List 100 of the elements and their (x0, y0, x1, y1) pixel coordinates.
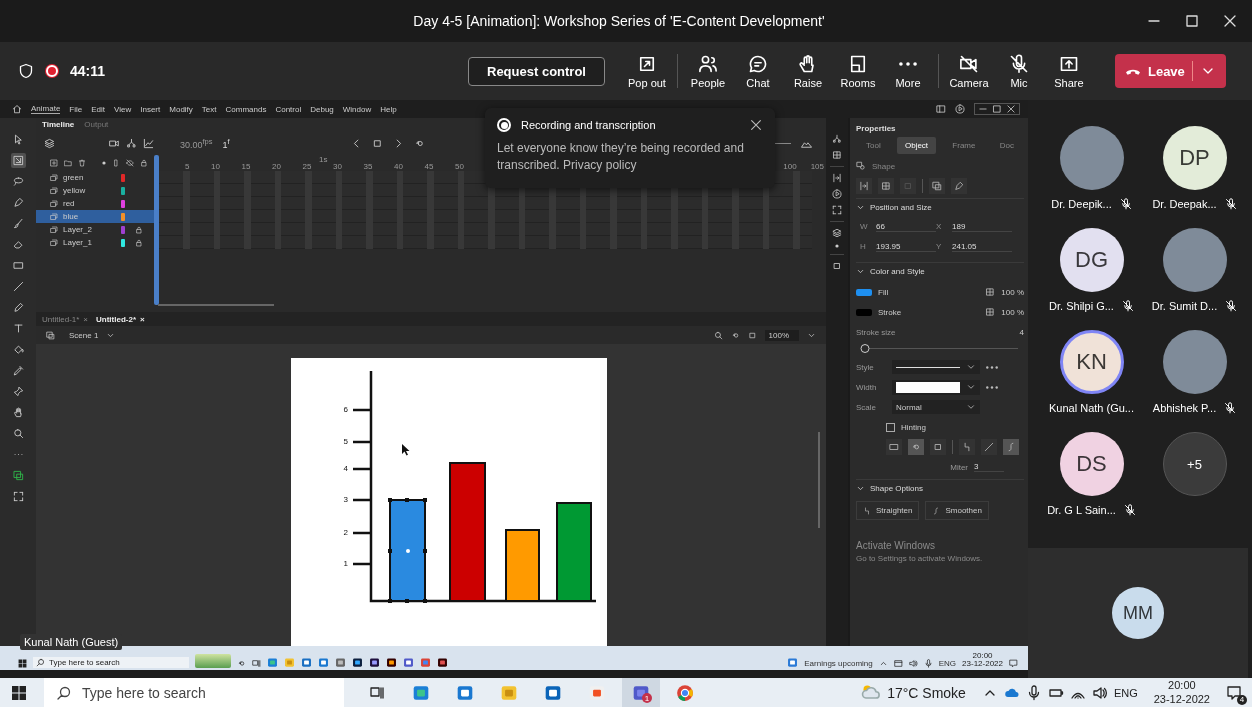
menu-item[interactable]: Commands (225, 104, 267, 114)
cap-none-icon[interactable] (886, 439, 902, 455)
chat-button[interactable]: Chat (733, 53, 782, 89)
news-widget[interactable]: Earnings upcoming (804, 659, 873, 668)
windows-logo-icon[interactable] (18, 659, 27, 668)
outline-icon[interactable] (112, 159, 120, 167)
language-indicator[interactable]: ENG (938, 659, 957, 668)
layer-row[interactable]: Layer_1 (36, 236, 154, 249)
close-icon[interactable] (749, 118, 763, 132)
lock-icon[interactable] (140, 159, 148, 167)
properties-tab[interactable]: Doc (991, 137, 1022, 154)
miter-field[interactable]: 3 (974, 462, 1004, 472)
popout-button[interactable]: Pop out (622, 53, 671, 89)
width-profile-dropdown[interactable] (892, 379, 980, 395)
stroke-size-value[interactable]: 4 (1019, 327, 1024, 337)
mic-button[interactable]: Mic (994, 53, 1043, 89)
panel-icon[interactable] (936, 104, 946, 114)
menu-item[interactable]: Text (201, 104, 217, 114)
menu-item[interactable]: Debug (310, 104, 334, 114)
task-view-icon[interactable] (369, 684, 385, 701)
layer-row[interactable]: red (36, 197, 154, 210)
layer-row[interactable]: Layer_2 (36, 223, 154, 236)
slider-thumb[interactable] (860, 344, 870, 353)
properties-tab[interactable]: Object (896, 137, 937, 154)
chevron-icon[interactable] (856, 267, 865, 276)
scene-dropdown[interactable]: Scene 1 (69, 330, 99, 340)
avatar[interactable]: DP (1162, 126, 1227, 190)
hierarchy-icon[interactable] (126, 137, 137, 149)
section-title[interactable]: Color and Style (870, 267, 925, 276)
people-button[interactable]: People (683, 53, 732, 89)
language-indicator[interactable]: ENG (1113, 686, 1138, 699)
leave-button[interactable]: Leave (1114, 54, 1226, 88)
menu-item[interactable]: Help (380, 104, 397, 114)
section-title[interactable]: Position and Size (870, 203, 932, 212)
mic-icon[interactable] (923, 659, 933, 668)
more-participants-button[interactable]: +5 (1162, 432, 1227, 496)
shape-option-button[interactable]: Smoothen (925, 501, 989, 520)
layer-row[interactable]: yellow (36, 184, 154, 197)
alpha-field[interactable]: 100 % (1001, 287, 1024, 297)
chart-bar[interactable] (505, 529, 540, 602)
transform-tool-icon[interactable] (10, 153, 26, 168)
clock[interactable]: 20:00 23-12-2022 (1153, 679, 1210, 706)
chart-bar[interactable] (388, 498, 427, 603)
align-icon[interactable] (856, 178, 872, 194)
line-style-dropdown[interactable] (892, 360, 980, 374)
dot-icon[interactable] (835, 244, 839, 248)
home-icon[interactable] (12, 104, 22, 114)
transform-panel-icon[interactable] (832, 205, 842, 215)
align-icon[interactable] (832, 173, 842, 183)
graph-icon[interactable] (143, 137, 154, 149)
search-field[interactable]: Type here to search (44, 678, 344, 707)
properties-tab[interactable]: Tool (858, 137, 889, 154)
alpha-field[interactable]: 100 % (1001, 307, 1024, 317)
trash-icon[interactable] (78, 159, 86, 167)
layer-color-swatch[interactable] (121, 186, 125, 195)
menu-item[interactable]: Insert (140, 104, 161, 114)
weather-widget[interactable]: 17°C Smoke (887, 684, 966, 701)
dot-icon[interactable] (102, 161, 106, 165)
task-view-icon[interactable] (252, 659, 261, 668)
section-title[interactable]: Shape Options (870, 484, 923, 493)
more-icon[interactable] (986, 385, 998, 389)
document-tab[interactable]: Untitled-1* × (42, 314, 89, 324)
grid-icon[interactable] (878, 178, 894, 194)
join-miter-icon[interactable] (959, 439, 975, 455)
layers-icon[interactable] (44, 137, 55, 149)
frame-rate[interactable]: 30.00$^{fps}$ (180, 136, 213, 150)
menu-item[interactable]: Animate (31, 104, 61, 114)
number-field[interactable]: 189 (952, 222, 1012, 232)
shape-option-button[interactable]: Straighten (856, 501, 920, 520)
close-tab-button[interactable]: × (83, 314, 89, 324)
clock[interactable]: 20:00 23-12-2022 (962, 652, 1003, 668)
more-icon[interactable] (986, 365, 998, 369)
stage-canvas[interactable]: 6 5 4 3 2 1 (291, 358, 607, 646)
raise-button[interactable]: Raise (783, 53, 832, 89)
close-tab-button[interactable]: × (140, 314, 145, 324)
zoom-field[interactable]: 100% (764, 329, 799, 341)
properties-tab[interactable]: Frame (944, 137, 984, 154)
number-field[interactable]: 241.05 (952, 242, 1012, 252)
number-field[interactable]: 193.95 (876, 242, 936, 252)
color-swatch[interactable] (856, 308, 872, 316)
request-control-button[interactable]: Request control (468, 56, 605, 86)
hinting-checkbox[interactable] (886, 422, 895, 432)
menu-item[interactable]: Control (275, 104, 302, 114)
camera-icon[interactable] (109, 137, 120, 149)
maximize-icon[interactable] (1184, 13, 1200, 29)
avatar[interactable]: DS (1059, 432, 1124, 496)
windows-logo-icon[interactable] (11, 684, 27, 701)
combine-icon[interactable] (929, 178, 945, 194)
eye-off-icon[interactable] (126, 159, 134, 167)
document-tab[interactable]: Untitled-2* × (96, 314, 145, 324)
rooms-button[interactable]: Rooms (833, 53, 882, 89)
menu-item[interactable]: View (114, 104, 132, 114)
number-field[interactable]: 66 (876, 222, 936, 232)
layer-color-swatch[interactable] (121, 173, 125, 182)
color-swatch[interactable] (856, 288, 872, 296)
menu-item[interactable]: Modify (169, 104, 193, 114)
current-frame[interactable]: 1$^{f}$ (222, 136, 230, 150)
notification-icon[interactable] (1226, 684, 1242, 701)
menu-item[interactable]: File (69, 104, 83, 114)
keyframe-icon[interactable] (372, 137, 383, 149)
